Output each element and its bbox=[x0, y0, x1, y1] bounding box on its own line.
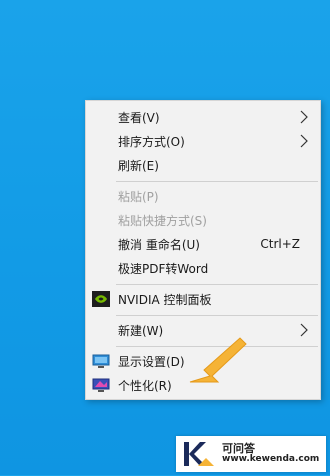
chevron-right-icon bbox=[300, 134, 308, 148]
menu-item-paste-shortcut: 粘贴快捷方式(S) bbox=[86, 208, 320, 232]
menu-item-nvidia-control-panel[interactable]: NVIDIA 控制面板 bbox=[86, 287, 320, 311]
menu-separator bbox=[116, 284, 318, 285]
desktop-background[interactable]: 查看(V) 排序方式(O) 刷新(E) 粘贴(P) 粘贴快捷方式(S) 撤消 重… bbox=[0, 0, 330, 475]
menu-item-paste: 粘贴(P) bbox=[86, 184, 320, 208]
menu-item-sort-by[interactable]: 排序方式(O) bbox=[86, 129, 320, 153]
menu-item-label: 个性化(R) bbox=[118, 378, 172, 393]
menu-item-label: 粘贴(P) bbox=[118, 189, 159, 204]
menu-item-label: 显示设置(D) bbox=[118, 354, 185, 369]
menu-separator bbox=[116, 315, 318, 316]
chevron-right-icon bbox=[300, 110, 308, 124]
nvidia-icon bbox=[92, 291, 110, 307]
menu-item-undo-rename[interactable]: 撤消 重命名(U) Ctrl+Z bbox=[86, 232, 320, 256]
menu-item-view[interactable]: 查看(V) bbox=[86, 105, 320, 129]
display-settings-icon bbox=[92, 354, 110, 368]
menu-item-label: 新建(W) bbox=[118, 323, 164, 338]
chevron-right-icon bbox=[300, 323, 308, 337]
kewenda-logo-icon bbox=[176, 436, 216, 472]
menu-item-shortcut: Ctrl+Z bbox=[260, 237, 300, 251]
menu-item-label: 排序方式(O) bbox=[118, 134, 185, 149]
menu-item-label: 刷新(E) bbox=[118, 158, 159, 173]
personalize-icon bbox=[92, 378, 110, 392]
menu-item-label: 撤消 重命名(U) bbox=[118, 237, 200, 252]
watermark-badge: 可问答 www.kewenda.com bbox=[176, 436, 326, 472]
menu-item-label: 极速PDF转Word bbox=[118, 261, 209, 276]
menu-item-label: 粘贴快捷方式(S) bbox=[118, 213, 207, 228]
menu-item-label: NVIDIA 控制面板 bbox=[118, 292, 212, 307]
menu-item-label: 查看(V) bbox=[118, 110, 160, 125]
highlight-arrow-icon bbox=[189, 337, 247, 383]
watermark-url: www.kewenda.com bbox=[222, 454, 320, 465]
menu-separator bbox=[116, 181, 318, 182]
menu-item-pdf-to-word[interactable]: 极速PDF转Word bbox=[86, 256, 320, 280]
menu-item-refresh[interactable]: 刷新(E) bbox=[86, 153, 320, 177]
